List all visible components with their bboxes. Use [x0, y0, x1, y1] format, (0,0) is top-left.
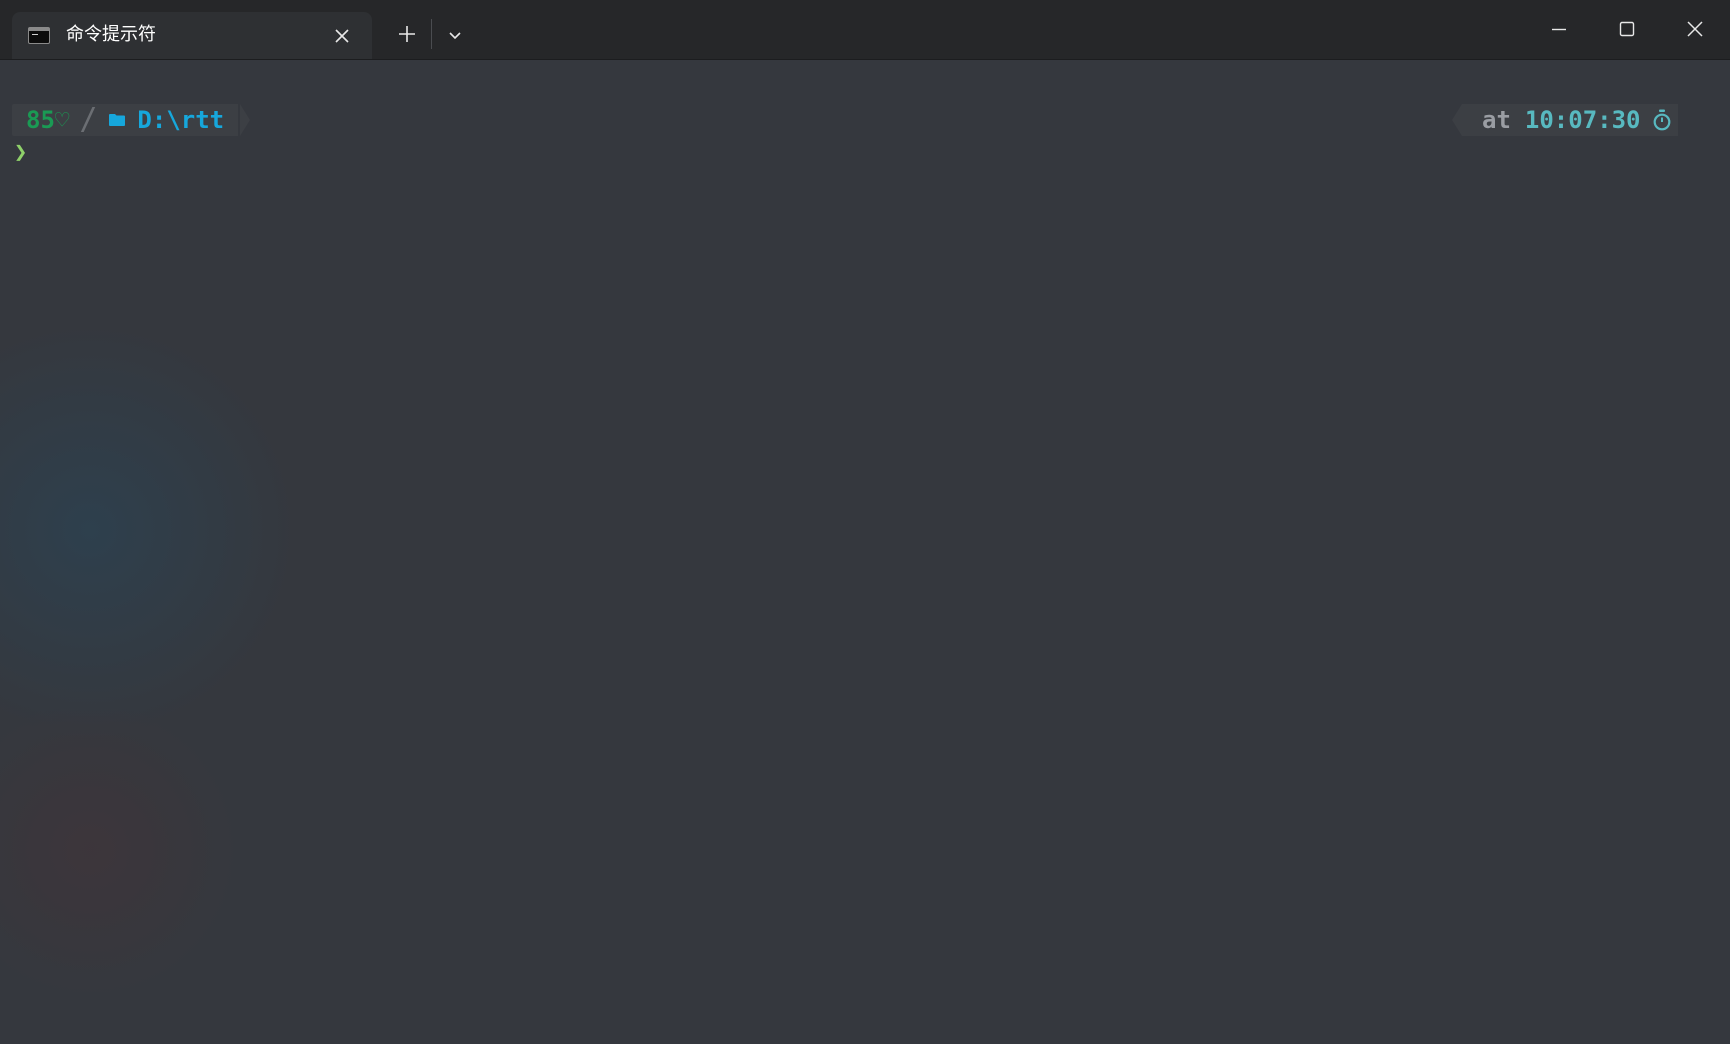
- prompt-separator: /: [79, 102, 98, 137]
- close-window-button[interactable]: [1680, 14, 1710, 44]
- prompt-right-arrow: [1452, 104, 1462, 136]
- prompt-left-segment: 85♡ / D:\rtt: [12, 102, 239, 137]
- stopwatch-icon: [1653, 109, 1670, 131]
- close-tab-button[interactable]: [330, 24, 354, 48]
- terminal-content[interactable]: 85♡ / D:\rtt at 10:07:30 ❯: [0, 60, 1730, 1044]
- maximize-button[interactable]: [1612, 14, 1642, 44]
- folder-icon: [109, 114, 126, 126]
- minimize-button[interactable]: [1544, 14, 1574, 44]
- at-label: at: [1482, 106, 1511, 134]
- minimize-icon: [1552, 28, 1566, 31]
- prompt-caret: ❯: [14, 140, 28, 165]
- battery-status: 85♡: [26, 106, 70, 134]
- prompt-time: 10:07:30: [1524, 106, 1641, 134]
- close-icon: [335, 29, 349, 43]
- title-bar[interactable]: 命令提示符: [0, 0, 1730, 60]
- prompt-left-arrow: [240, 104, 250, 136]
- cmd-icon: [28, 27, 50, 44]
- plus-icon: [399, 26, 415, 42]
- prompt-right-segment: at 10:07:30: [1462, 104, 1678, 136]
- tab-command-prompt[interactable]: 命令提示符: [12, 12, 372, 59]
- terminal-window: 命令提示符 85♡ / D:\rtt at 10:07:30 ❯: [0, 0, 1730, 1044]
- tab-dropdown-button[interactable]: [442, 22, 468, 48]
- tab-separator: [431, 19, 432, 49]
- maximize-icon: [1619, 21, 1635, 37]
- new-tab-button[interactable]: [394, 21, 420, 47]
- close-icon: [1687, 21, 1703, 37]
- chevron-down-icon: [449, 32, 461, 40]
- tab-title: 命令提示符: [66, 24, 156, 45]
- current-path: D:\rtt: [137, 106, 225, 134]
